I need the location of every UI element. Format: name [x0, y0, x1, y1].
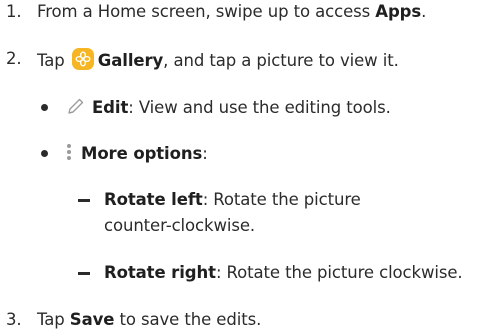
step-text: Tap [37, 51, 70, 70]
sub-item-rotate-right: Rotate right: Rotate the picture clockwi… [104, 262, 463, 284]
instructions-page: 1. From a Home screen, swipe up to acces… [0, 0, 503, 329]
save-label: Save [69, 310, 115, 329]
gallery-label: Gallery [97, 51, 164, 70]
more-options-icon [66, 142, 72, 168]
gallery-app-icon [71, 48, 94, 70]
rotate-right-description: : Rotate the picture clockwise. [215, 263, 463, 282]
step-text: From a Home screen, swipe up to access [37, 2, 376, 21]
bullet-more-options: More options: [66, 142, 208, 168]
step-number: 2. [6, 49, 22, 68]
rotate-left-description-cont: counter-clockwise. [104, 216, 256, 235]
apps-label: Apps [375, 2, 422, 21]
sub-item-rotate-left-cont: counter-clockwise. [104, 215, 255, 237]
pencil-icon [66, 96, 86, 122]
step-text-end: to save the edits. [114, 310, 262, 329]
bullet-dot [41, 104, 48, 111]
rotate-left-description: : Rotate the picture [202, 190, 361, 209]
sub-item-dash [78, 199, 90, 202]
step-text-end: , and tap a picture to view it. [163, 51, 399, 70]
step-number: 3. [6, 310, 22, 329]
edit-label: Edit [92, 98, 129, 117]
bullet-dot [41, 150, 48, 157]
step-text: Tap [37, 310, 70, 329]
step-text-end: . [421, 2, 427, 21]
more-options-label: More options [81, 144, 203, 163]
edit-description: : View and use the editing tools. [128, 98, 391, 117]
more-options-colon: : [202, 144, 208, 163]
rotate-left-label: Rotate left [104, 190, 203, 209]
sub-item-rotate-left: Rotate left: Rotate the picture [104, 189, 361, 211]
step-number: 1. [6, 2, 22, 21]
bullet-edit: Edit: View and use the editing tools. [66, 96, 391, 122]
rotate-right-label: Rotate right [104, 263, 216, 282]
sub-item-dash [78, 272, 90, 275]
